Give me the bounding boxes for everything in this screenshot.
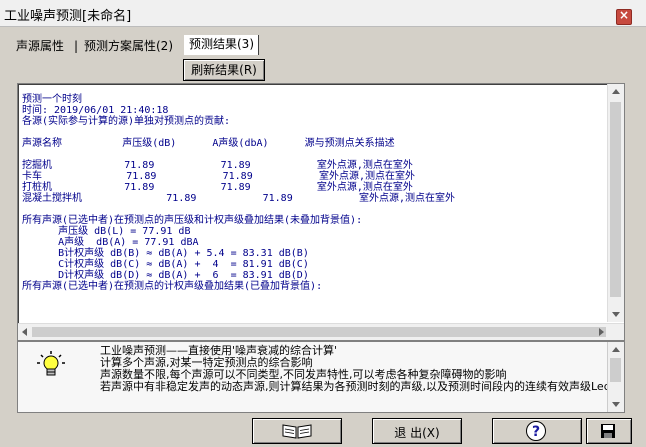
result-line: 卡车 71.89 71.89 室外点源,测点在室外 xyxy=(22,171,415,182)
result-text-area[interactable]: 预测一个时刻 时间: 2019/06/01 21:40:18 各源(实际参与计算的源… xyxy=(17,83,625,341)
result-line: D计权声级 dB(D) ≈ dB(A) + 6 = 83.91 dB(D) xyxy=(22,270,309,281)
result-line: 时间: 2019/06/01 21:40:18 xyxy=(22,105,169,116)
tab-prediction-results[interactable]: 预测结果(3) xyxy=(184,35,259,55)
lightbulb-icon xyxy=(37,351,65,376)
result-line: A声级 dB(A) = 77.91 dBA xyxy=(22,237,199,248)
result-line xyxy=(22,127,455,138)
help-panel: 工业噪声预测——直接使用'噪声衰减的综合计算' 计算多个声源,对某一特定预测点的… xyxy=(17,341,625,413)
result-line: 所有声源(已选中者)在预测点的声压级和计权声级叠加结果(未叠加背景值): xyxy=(22,215,363,226)
help-description: 工业噪声预测——直接使用'噪声衰减的综合计算' 计算多个声源,对某一特定预测点的… xyxy=(100,344,615,393)
result-line: 声源名称 声压级(dB) A声级(dbA) 源与预测点关系描述 xyxy=(22,138,395,149)
svg-text:?: ? xyxy=(532,424,540,440)
exit-button-label: 退 出(X) xyxy=(394,426,440,440)
result-line: 打桩机 71.89 71.89 室外点源,测点在室外 xyxy=(22,182,413,193)
result-text-content: 预测一个时刻 时间: 2019/06/01 21:40:18 各源(实际参与计算的源… xyxy=(22,94,455,292)
result-line: 所有声源(已选中者)在预测点的计权声级叠加结果(已叠加背景值): xyxy=(22,281,323,292)
exit-button[interactable]: 退 出(X) xyxy=(372,418,462,444)
scroll-right-icon[interactable] xyxy=(599,328,604,336)
horizontal-scrollbar[interactable] xyxy=(18,323,624,340)
help-scroll-thumb[interactable] xyxy=(610,358,621,382)
help-scroll-down-icon[interactable] xyxy=(612,402,620,407)
result-line: 各源(实际参与计算的源)单独对预测点的贡献: xyxy=(22,116,231,127)
result-line: B计权声级 dB(B) ≈ dB(A) + 5.4 = 83.31 dB(B) xyxy=(22,248,309,259)
close-button[interactable]: × xyxy=(616,8,632,25)
save-icon xyxy=(601,424,615,438)
scroll-down-icon[interactable] xyxy=(612,312,620,317)
result-line: 预测一个时刻 xyxy=(22,94,82,105)
result-line: 声压级 dB(L) = 77.91 dB xyxy=(22,226,191,237)
save-button[interactable] xyxy=(586,418,632,444)
tab-source-properties[interactable]: 声源属性 xyxy=(16,37,64,55)
tab-separator: | xyxy=(74,39,79,53)
book-icon xyxy=(282,424,312,439)
help-button[interactable]: ? xyxy=(492,418,582,444)
result-line: C计权声级 dB(C) ≈ dB(A) + 4 = 81.91 dB(C) xyxy=(22,259,309,270)
help-icon: ? xyxy=(526,421,546,441)
help-scrollbar[interactable] xyxy=(607,342,624,412)
close-icon: × xyxy=(619,8,630,22)
vertical-scroll-thumb[interactable] xyxy=(610,102,621,297)
manual-button[interactable] xyxy=(252,418,342,444)
help-scroll-up-icon[interactable] xyxy=(612,347,620,352)
result-line xyxy=(22,149,455,160)
app-window: 工业噪声预测[未命名] × 声源属性 | 预测方案属性(2) 预测结果(3) 刷… xyxy=(0,0,646,447)
result-line: 混凝土搅拌机 71.89 71.89 室外点源,测点在室外 xyxy=(22,193,455,204)
title-bar[interactable]: 工业噪声预测[未命名] × xyxy=(0,0,646,27)
tab-plan-properties[interactable]: 预测方案属性(2) xyxy=(84,37,173,55)
scroll-left-icon[interactable] xyxy=(22,328,27,336)
horizontal-scroll-thumb[interactable] xyxy=(32,327,606,337)
result-line xyxy=(22,204,455,215)
window-title: 工业噪声预测[未命名] xyxy=(4,9,132,24)
result-line: 挖掘机 71.89 71.89 室外点源,测点在室外 xyxy=(22,160,413,171)
refresh-results-button[interactable]: 刷新结果(R) xyxy=(183,59,265,81)
scroll-up-icon[interactable] xyxy=(612,89,620,94)
vertical-scrollbar[interactable] xyxy=(607,84,624,322)
